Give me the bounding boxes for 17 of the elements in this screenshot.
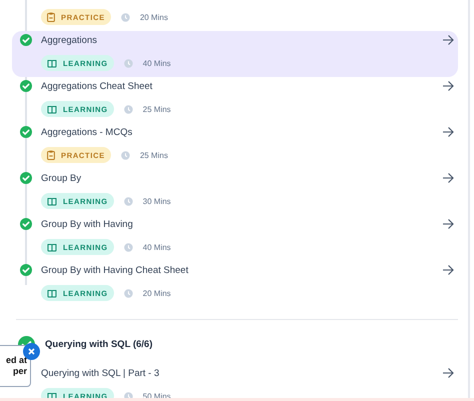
duration-text: 25 Mins <box>140 150 168 160</box>
duration-text: 25 Mins <box>142 104 171 114</box>
lesson-title: Aggregations <box>41 34 97 46</box>
section-title: Querying with SQL (6/6) <box>45 338 153 350</box>
notification-text: per <box>12 366 27 377</box>
duration-text: 20 Mins <box>142 288 171 298</box>
lesson-title: Group By with Having Cheat Sheet <box>41 264 188 276</box>
lesson-title: Group By with Having <box>41 218 133 230</box>
duration-text: 30 Mins <box>142 196 171 206</box>
lesson-title: Querying with SQL | Part - 3 <box>41 368 160 378</box>
duration-text: 20 Mins <box>140 12 168 22</box>
lesson-title: Aggregations - MCQs <box>41 126 132 138</box>
lesson-title: Aggregations Cheat Sheet <box>41 80 152 92</box>
duration-text: 40 Mins <box>142 242 171 252</box>
duration-text: 40 Mins <box>142 58 171 68</box>
notification-text: ed at <box>6 355 27 366</box>
lesson-title: Group By <box>41 172 82 184</box>
